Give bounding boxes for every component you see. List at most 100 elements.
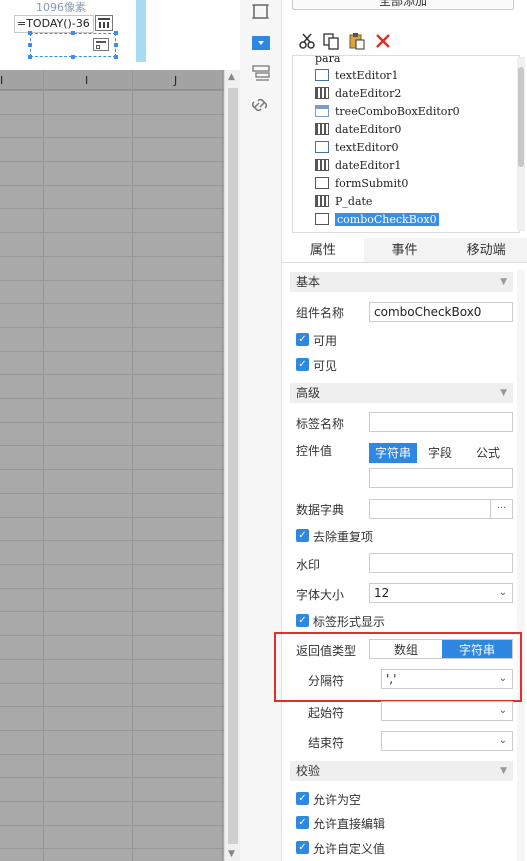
tree-item-P_date[interactable]: P_date — [315, 192, 372, 210]
vertical-scrollbar[interactable]: ▲ ▼ — [224, 70, 240, 861]
resize-handle[interactable] — [28, 31, 32, 35]
resize-handle[interactable] — [114, 31, 118, 35]
section-basic[interactable]: 基本 ▼ — [290, 272, 513, 292]
chevron-down-icon: ▼ — [500, 388, 507, 398]
tab-mobile[interactable]: 移动端 — [445, 238, 527, 262]
panel-tabs: 属性 事件 移动端 — [282, 238, 527, 263]
checkbox-label: 去除重复项 — [313, 530, 374, 544]
spreadsheet-grid[interactable] — [0, 70, 224, 861]
pixel-label: 1096像素 — [36, 1, 86, 14]
resize-handle[interactable] — [114, 55, 118, 59]
widget-value-type-switch: 字符串 字段 公式 — [369, 443, 513, 463]
chevron-down-icon[interactable]: ⌄ — [494, 702, 512, 720]
paste-icon[interactable] — [348, 32, 366, 50]
text-field-icon — [315, 141, 329, 153]
scroll-up-icon[interactable]: ▲ — [228, 72, 235, 82]
field-label: 起始符 — [308, 706, 345, 720]
calendar-icon[interactable] — [95, 15, 113, 31]
tree-item-dateEditor2[interactable]: dateEditor2 — [315, 84, 401, 102]
allow-custom-checkbox[interactable]: ✓ — [296, 841, 309, 854]
chevron-down-icon[interactable]: ⌄ — [494, 584, 512, 602]
grid-line — [132, 70, 133, 861]
allow-direct-edit-checkbox[interactable]: ✓ — [296, 816, 309, 829]
option-formula[interactable]: 公式 — [463, 443, 513, 463]
tab-properties[interactable]: 属性 — [282, 238, 364, 262]
design-canvas[interactable]: 1096像素 =TODAY()-36 — [0, 0, 240, 70]
resize-handle[interactable] — [114, 43, 118, 47]
calendar-icon — [315, 87, 329, 99]
copy-icon[interactable] — [322, 32, 340, 50]
resize-handle[interactable] — [28, 55, 32, 59]
tree-item-textEditor1[interactable]: textEditor1 — [315, 66, 398, 84]
resize-handle[interactable] — [71, 55, 75, 59]
dropdown-widget-icon[interactable] — [250, 33, 272, 53]
tree-item-comboCheckBox0[interactable]: comboCheckBox0 — [315, 210, 439, 228]
field-label: 控件值 — [296, 444, 333, 458]
tag-display-checkbox[interactable]: ✓ — [296, 614, 309, 627]
checkbox-label: 允许直接编辑 — [313, 817, 386, 831]
text-field-icon — [315, 69, 329, 81]
end-char-select[interactable]: ⌄ — [381, 731, 513, 751]
scroll-thumb[interactable] — [228, 88, 238, 844]
watermark-input[interactable] — [369, 553, 513, 573]
grid-line — [0, 635, 224, 636]
tree-item-dateEditor0[interactable]: dateEditor0 — [315, 120, 401, 138]
tag-name-input[interactable] — [369, 412, 513, 432]
resize-handle[interactable] — [28, 43, 32, 47]
grid-line — [0, 374, 224, 375]
tree-scroll-thumb[interactable] — [518, 67, 524, 167]
grid-line — [0, 517, 224, 518]
combo-checkbox-icon — [315, 213, 329, 225]
tree-item-textEditor0[interactable]: textEditor0 — [315, 138, 398, 156]
enabled-checkbox[interactable]: ✓ — [296, 333, 309, 346]
chevron-down-icon[interactable]: ⌄ — [494, 732, 512, 750]
highlight-box — [274, 632, 522, 702]
grid-line — [0, 825, 224, 826]
delete-icon[interactable] — [374, 32, 392, 50]
more-button[interactable]: ··· — [490, 500, 512, 518]
calendar-icon — [315, 159, 329, 171]
layers-icon[interactable] — [250, 63, 272, 83]
grid-line — [0, 540, 224, 541]
field-label: 字体大小 — [296, 588, 345, 602]
frame-icon[interactable] — [250, 2, 272, 22]
widget-name-input[interactable]: comboCheckBox0 — [369, 302, 513, 322]
allow-empty-checkbox[interactable]: ✓ — [296, 792, 309, 805]
properties-scrollbar[interactable] — [517, 270, 525, 861]
option-string[interactable]: 字符串 — [369, 443, 417, 463]
add-all-button[interactable]: 全部添加 — [292, 0, 514, 10]
tree-item-dateEditor1[interactable]: dateEditor1 — [315, 156, 401, 174]
resize-handle[interactable] — [71, 31, 75, 35]
combo-checkbox-icon — [93, 38, 109, 51]
option-field[interactable]: 字段 — [417, 443, 463, 463]
link-icon[interactable] — [250, 95, 272, 115]
dedupe-checkbox[interactable]: ✓ — [296, 529, 309, 542]
section-validation[interactable]: 校验 ▼ — [290, 761, 513, 781]
field-label: 水印 — [296, 558, 321, 572]
grid-line — [0, 208, 224, 209]
formula-widget[interactable]: =TODAY()-36 — [14, 15, 94, 33]
start-char-select[interactable]: ⌄ — [381, 701, 513, 721]
font-size-select[interactable]: 12 ⌄ — [369, 583, 513, 603]
field-label: 结束符 — [308, 736, 345, 750]
grid-line — [0, 327, 224, 328]
grid-line — [0, 683, 224, 684]
visible-checkbox[interactable]: ✓ — [296, 358, 309, 371]
widget-value-input[interactable] — [369, 468, 513, 488]
grid-line — [0, 659, 224, 660]
grid-line — [0, 256, 224, 257]
scroll-down-icon[interactable]: ▼ — [228, 849, 235, 859]
selected-combo-widget[interactable] — [30, 33, 116, 57]
search-form-icon — [315, 177, 329, 189]
field-label: 数据字典 — [296, 503, 345, 517]
data-dict-input[interactable]: ··· — [369, 499, 513, 519]
grid-line — [0, 422, 224, 423]
tree-scrollbar[interactable] — [517, 57, 525, 231]
tab-events[interactable]: 事件 — [364, 238, 446, 262]
cut-icon[interactable] — [298, 32, 316, 50]
tree-item-formSubmit0[interactable]: formSubmit0 — [315, 174, 408, 192]
grid-line — [0, 398, 224, 399]
grid-line — [0, 611, 224, 612]
section-advanced[interactable]: 高级 ▼ — [290, 383, 513, 403]
tree-item-treeComboBoxEditor0[interactable]: treeComboBoxEditor0 — [315, 102, 460, 120]
